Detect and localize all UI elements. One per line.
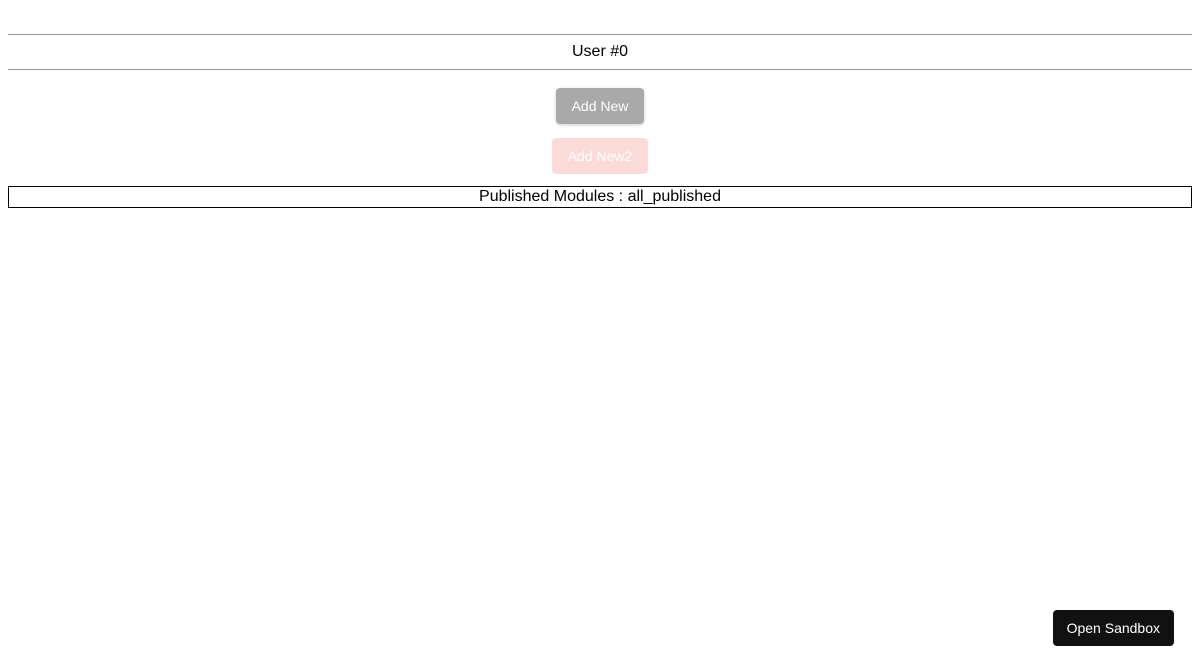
open-sandbox-button[interactable]: Open Sandbox <box>1053 610 1174 646</box>
divider-bottom <box>8 69 1192 70</box>
user-label: User #0 <box>0 35 1200 69</box>
add-new-button[interactable]: Add New <box>556 88 645 124</box>
button-group: Add New Add New2 <box>0 88 1200 174</box>
published-modules-box: Published Modules : all_published <box>8 186 1192 208</box>
add-new-2-button[interactable]: Add New2 <box>552 138 649 174</box>
